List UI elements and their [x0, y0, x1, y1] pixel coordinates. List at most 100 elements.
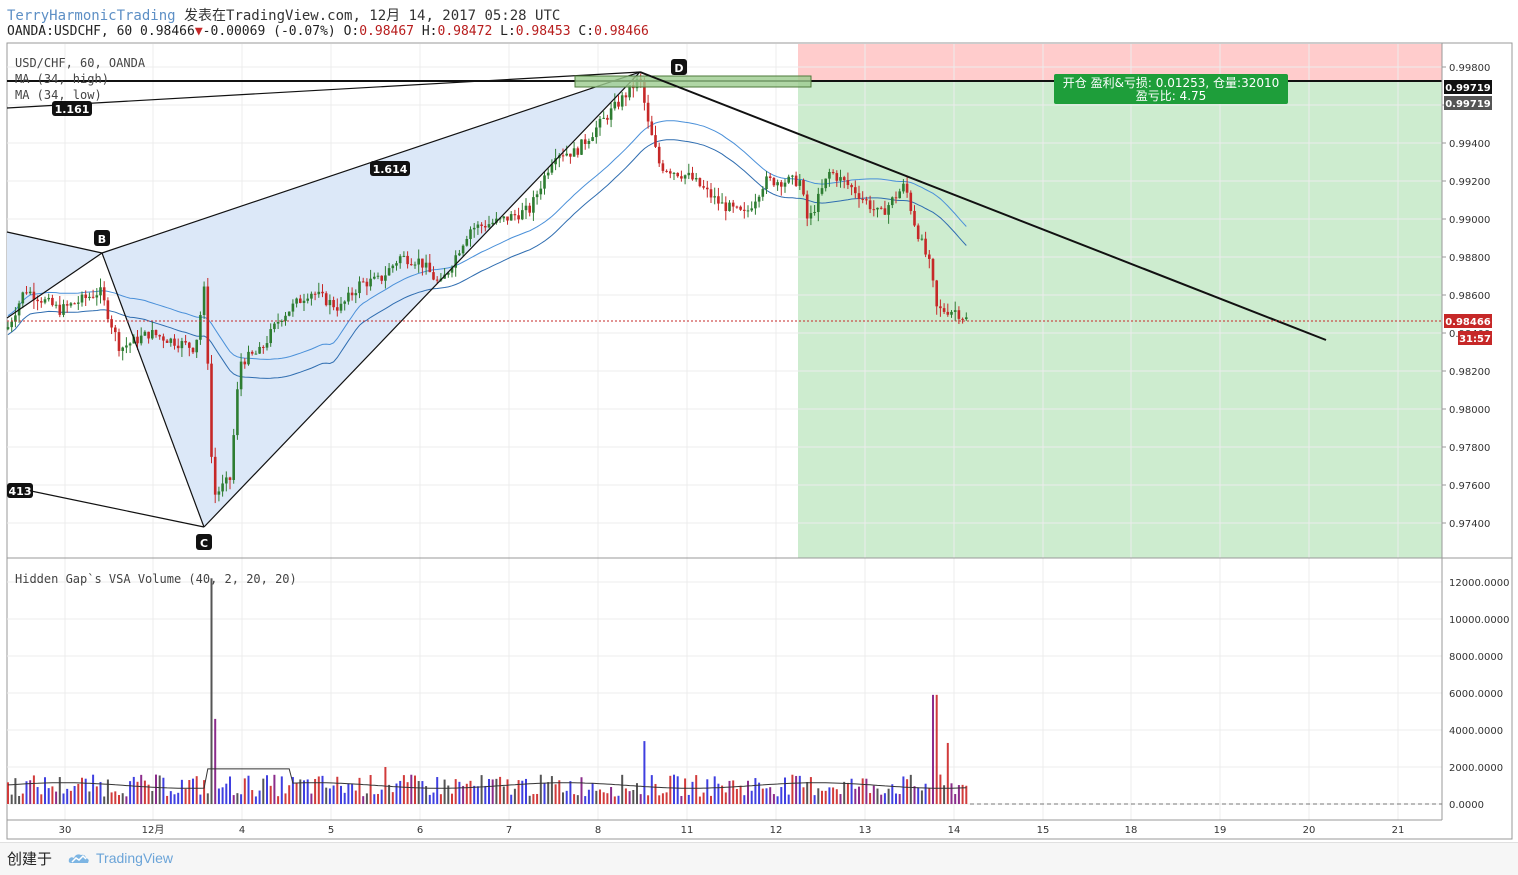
candle-body	[54, 304, 58, 306]
volume-bar	[277, 796, 280, 804]
candle-body	[876, 207, 879, 210]
volume-bar	[858, 786, 860, 804]
volume-bar	[787, 794, 790, 804]
volume-bar	[436, 777, 439, 804]
time-tick-label: 18	[1125, 825, 1138, 836]
volume-bar	[221, 787, 224, 804]
volume-bar	[702, 792, 705, 804]
tradingview-logo[interactable]: TradingView	[68, 850, 173, 866]
volume-bar	[140, 774, 143, 804]
volume-tick-label: 12000.0000	[1449, 578, 1509, 589]
volume-bar	[340, 785, 342, 804]
candle-body	[879, 207, 883, 209]
volume-bar	[469, 780, 472, 804]
volume-bar	[288, 785, 291, 804]
volume-bar	[924, 783, 927, 804]
volume-bar	[728, 780, 731, 804]
volume-bar	[77, 783, 80, 804]
candle-body	[143, 331, 147, 336]
volume-bar	[421, 781, 424, 804]
volume-bar	[710, 795, 712, 804]
volume-bar	[18, 795, 21, 804]
volume-bar	[388, 784, 391, 804]
candle-body	[114, 327, 117, 333]
time-tick-label: 21	[1392, 825, 1405, 836]
candle-body	[935, 280, 938, 307]
candle-body	[809, 213, 813, 219]
candle-body	[654, 135, 657, 147]
candle-body	[28, 291, 32, 294]
svg-text:31:57: 31:57	[1459, 334, 1491, 345]
candle-body	[299, 298, 302, 303]
volume-bar	[673, 774, 675, 804]
candle-body	[868, 200, 872, 210]
candle-body	[924, 238, 927, 255]
volume-bar	[595, 790, 598, 804]
candle-body	[128, 343, 132, 346]
volume-bar	[391, 792, 394, 804]
candle-body	[709, 189, 713, 198]
volume-bar	[865, 778, 868, 804]
candle-body	[88, 296, 91, 299]
candle-body	[920, 238, 924, 240]
candle-body	[532, 197, 535, 213]
time-tick-label: 11	[681, 825, 694, 836]
trade-info-box[interactable]: 开仓 盈利&亏损: 0.01253, 仓量:32010 盈亏比: 4.75	[1054, 74, 1288, 104]
volume-bar	[258, 790, 261, 804]
volume-bar	[402, 775, 405, 804]
candle-body	[10, 321, 13, 328]
candle-body	[361, 281, 365, 283]
volume-bar	[939, 774, 942, 804]
d-zone-box[interactable]	[574, 75, 812, 88]
candle-body	[158, 335, 161, 337]
volume-bar	[528, 795, 531, 804]
label-c: C	[196, 534, 212, 550]
volume-bar	[946, 742, 949, 804]
volume-bar	[813, 795, 816, 804]
volume-bar	[44, 777, 46, 804]
volume-tick-label: 2000.0000	[1449, 763, 1503, 774]
candle-body	[228, 477, 232, 480]
candle-body	[683, 175, 687, 179]
volume-bar	[229, 776, 231, 804]
candle-body	[221, 483, 224, 492]
volume-bar	[769, 787, 772, 804]
candle-body	[417, 258, 420, 265]
candle-body	[909, 192, 913, 211]
volume-bar	[480, 775, 483, 804]
svg-text:0.99719: 0.99719	[1445, 83, 1491, 94]
volume-tick-label: 8000.0000	[1449, 652, 1503, 663]
volume-bar	[691, 781, 694, 804]
candle-body	[258, 346, 261, 354]
volume-bar	[717, 783, 720, 804]
volume-bar	[103, 796, 106, 804]
volume-bar	[724, 792, 727, 804]
candle-body	[506, 216, 509, 221]
candle-body	[817, 193, 820, 212]
take-profit-zone[interactable]	[798, 81, 1442, 558]
candle-body	[517, 215, 520, 220]
chart-canvas[interactable]: B C D 1.161 1.614 413 开仓 盈利&亏损: 0.01253,…	[0, 0, 1518, 842]
volume-bar	[199, 794, 202, 804]
price-tick-label: 0.97400	[1449, 519, 1490, 530]
candle-body	[480, 224, 483, 226]
volume-bar	[624, 788, 627, 804]
volume-bar	[602, 792, 605, 804]
volume-bar	[613, 796, 616, 804]
candle-body	[861, 199, 864, 201]
candle-body	[80, 294, 84, 303]
volume-bar	[643, 741, 646, 804]
volume-bar	[240, 794, 243, 804]
price-tick-label: 0.98600	[1449, 291, 1490, 302]
volume-bar	[451, 793, 453, 804]
volume-bar	[843, 781, 846, 804]
volume-bar	[680, 796, 683, 804]
volume-bar	[284, 793, 287, 804]
candle-body	[939, 306, 942, 309]
time-tick-label: 4	[239, 825, 245, 836]
candle-body	[913, 210, 916, 226]
volume-bar	[236, 793, 239, 804]
time-tick-label: 12	[770, 825, 783, 836]
volume-bar	[465, 783, 468, 804]
candle-body	[565, 153, 568, 156]
